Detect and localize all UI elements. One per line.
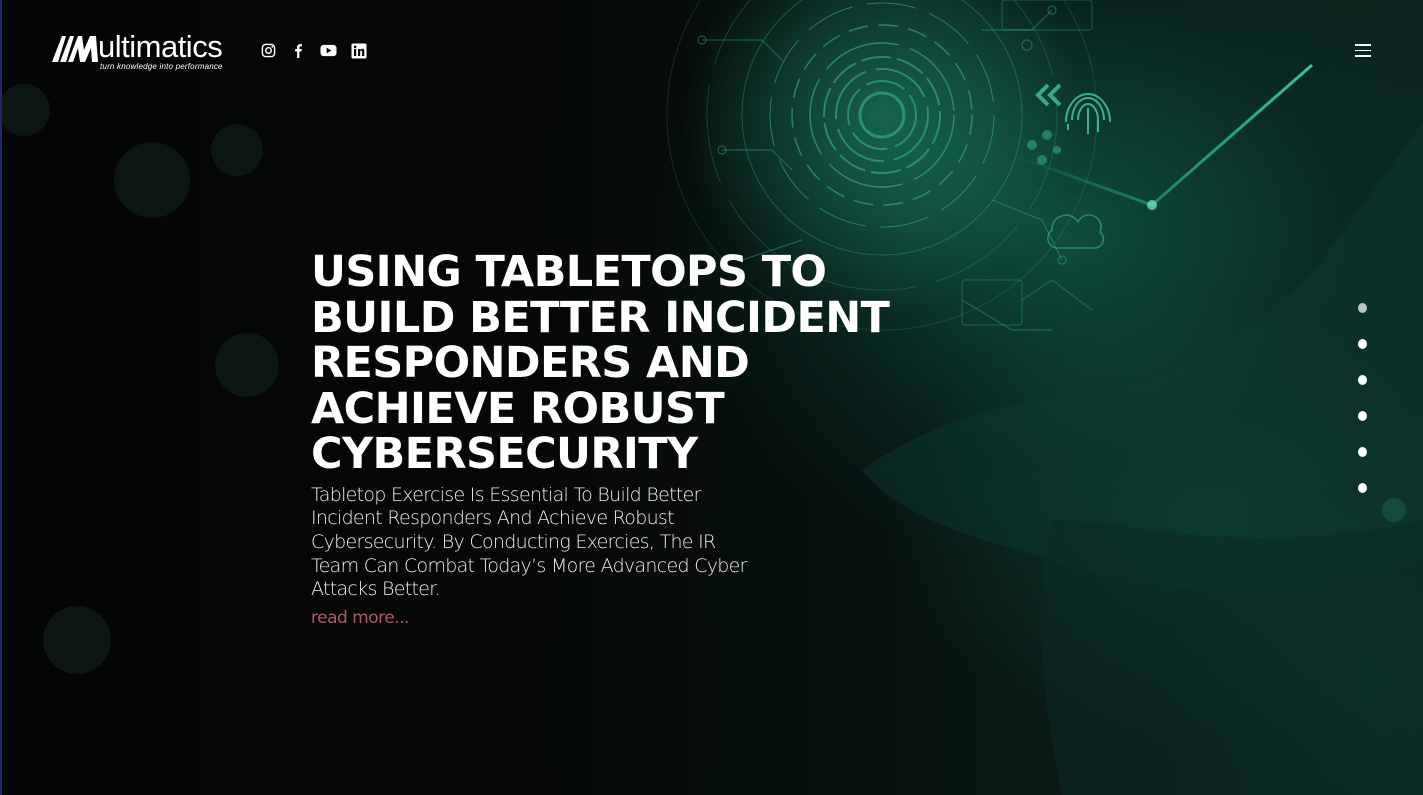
facebook-icon[interactable] (290, 42, 307, 59)
slider-dot-5[interactable] (1358, 447, 1367, 457)
logo-mark-icon (52, 36, 98, 62)
read-more-link[interactable]: read more... (311, 608, 409, 628)
hero-title: USING TABLETOPS TO BUILD BETTER INCIDENT… (311, 247, 890, 479)
social-links (260, 42, 367, 59)
slider-dot-6[interactable] (1358, 483, 1367, 493)
menu-line (1355, 44, 1371, 46)
youtube-icon[interactable] (320, 42, 337, 59)
slider-dot-1[interactable] (1358, 303, 1367, 313)
brand-name: ultimatics (98, 29, 223, 64)
hero-page: ultimatics turn knowledge into performan… (0, 0, 1423, 795)
slider-pagination (1358, 303, 1367, 493)
menu-icon[interactable] (1355, 44, 1371, 58)
brand-logo[interactable]: ultimatics turn knowledge into performan… (50, 29, 223, 74)
slider-dot-3[interactable] (1358, 375, 1367, 385)
menu-line (1355, 55, 1371, 57)
instagram-icon[interactable] (260, 42, 277, 59)
slider-dot-2[interactable] (1358, 339, 1367, 349)
brand-tagline: turn knowledge into performance (100, 62, 223, 71)
linkedin-icon[interactable] (350, 42, 367, 59)
hero-description: Tabletop Exercise Is Essential To Build … (311, 483, 747, 601)
hero-content: USING TABLETOPS TO BUILD BETTER INCIDENT… (311, 247, 951, 628)
menu-line (1355, 49, 1371, 51)
slider-dot-4[interactable] (1358, 411, 1367, 421)
